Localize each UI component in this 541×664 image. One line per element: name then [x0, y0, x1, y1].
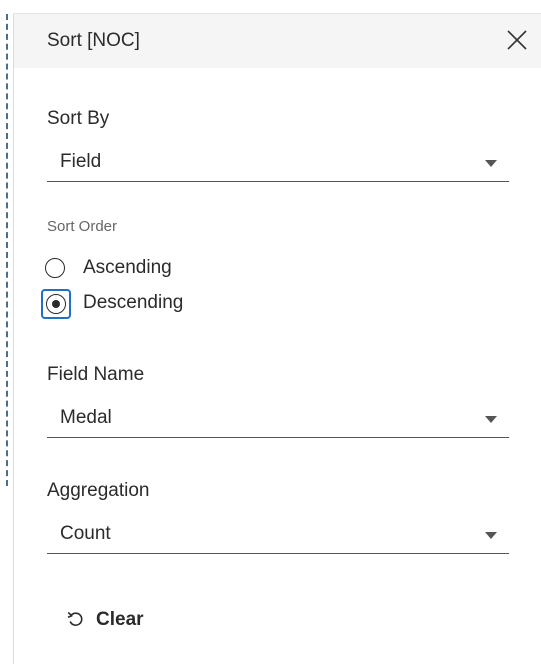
- field-name-value: Medal: [60, 407, 112, 428]
- selection-marquee: [6, 14, 8, 486]
- sort-dialog: Sort [NOC] Sort By Field Sort Order Asce…: [0, 0, 541, 664]
- aggregation-label: Aggregation: [47, 480, 150, 501]
- radio-descending-button[interactable]: [41, 289, 71, 319]
- aggregation-dropdown[interactable]: Count: [47, 517, 509, 554]
- close-icon: [507, 30, 527, 50]
- radio-ascending-button[interactable]: [41, 254, 71, 284]
- chevron-down-icon: [485, 160, 497, 167]
- sort-by-value: Field: [60, 151, 102, 172]
- sort-by-dropdown[interactable]: Field: [47, 145, 509, 182]
- sort-order-label: Sort Order: [47, 218, 118, 235]
- close-button[interactable]: [505, 28, 529, 52]
- clear-label: Clear: [96, 609, 144, 630]
- undo-icon: [67, 611, 83, 626]
- dialog-title: Sort [NOC]: [47, 30, 140, 51]
- field-name-dropdown[interactable]: Medal: [47, 401, 509, 438]
- dialog-left-border: [13, 14, 14, 664]
- chevron-down-icon: [485, 416, 497, 423]
- aggregation-value: Count: [60, 523, 111, 544]
- radio-descending-label: Descending: [83, 292, 184, 313]
- chevron-down-icon: [485, 532, 497, 539]
- dialog-header: Sort [NOC]: [14, 14, 541, 68]
- radio-circle-icon: [46, 294, 66, 314]
- sort-by-label: Sort By: [47, 108, 110, 129]
- radio-selected-dot-icon: [52, 300, 60, 308]
- field-name-label: Field Name: [47, 364, 145, 385]
- radio-ascending-label: Ascending: [83, 257, 172, 278]
- radio-circle-icon: [45, 258, 65, 278]
